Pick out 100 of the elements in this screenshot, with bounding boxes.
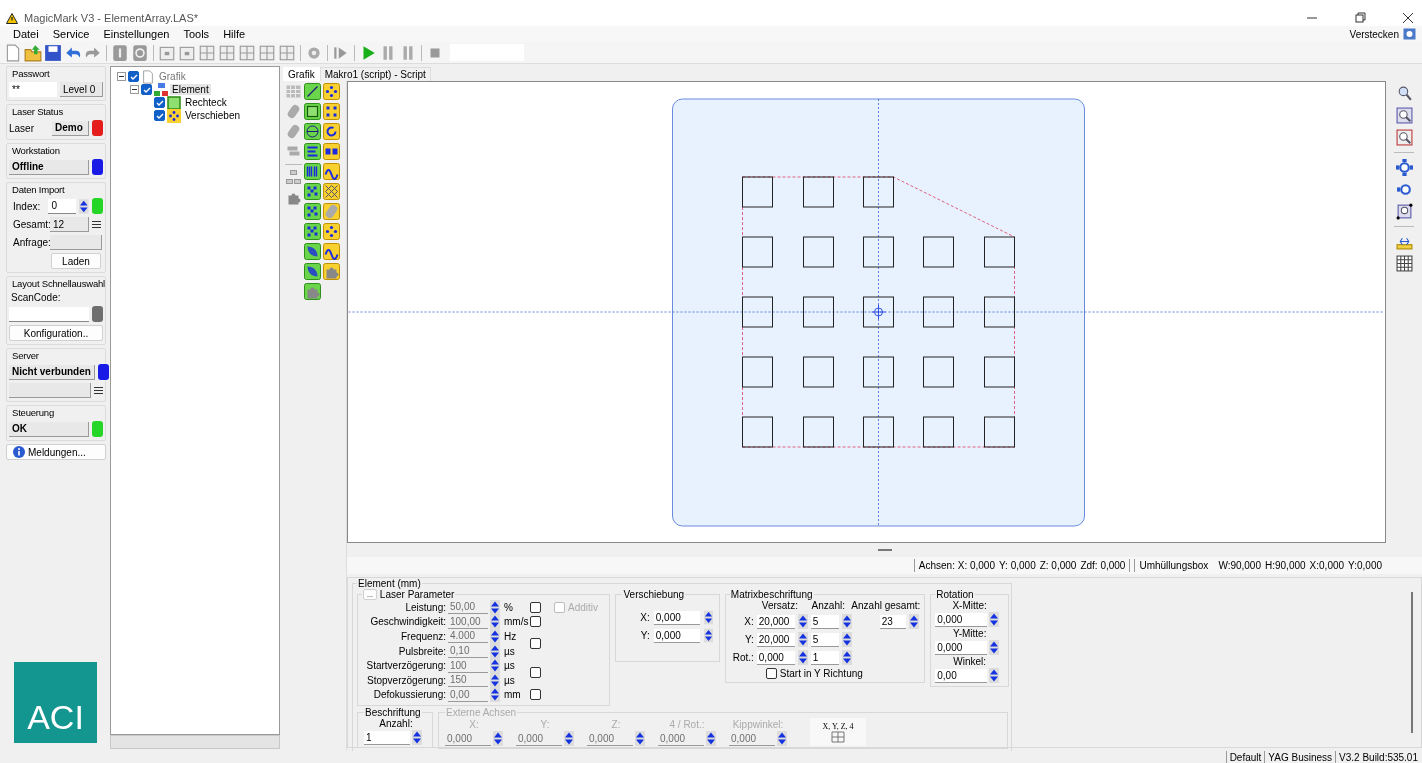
number-field[interactable]: 0,000: [756, 650, 795, 665]
checkbox[interactable]: [765, 668, 777, 679]
checkbox[interactable]: [154, 110, 165, 121]
open-folder-icon[interactable]: [24, 43, 42, 62]
save-icon[interactable]: [44, 43, 62, 62]
spin-buttons[interactable]: [490, 658, 500, 674]
field-label: X:: [743, 616, 754, 627]
spin-buttons[interactable]: [841, 632, 852, 647]
spin-buttons[interactable]: [635, 731, 645, 747]
number-field[interactable]: 1: [810, 650, 839, 665]
spin-buttons[interactable]: [797, 614, 808, 629]
spin-buttons[interactable]: [797, 650, 808, 665]
menu-item[interactable]: Service: [45, 28, 97, 40]
number-field[interactable]: 23: [879, 614, 906, 629]
matrix-code-icon[interactable]: [304, 183, 321, 200]
grid-icon[interactable]: [1395, 255, 1413, 272]
configuration-button[interactable]: Konfiguration..: [9, 325, 103, 341]
number-field[interactable]: 0,000: [935, 640, 988, 655]
restore-button[interactable]: [1354, 12, 1366, 24]
scale-icon[interactable]: [323, 103, 340, 120]
spin-buttons[interactable]: [490, 672, 500, 688]
barcode-icon[interactable]: [304, 163, 321, 180]
logo-text: ACI: [27, 698, 84, 737]
hatch-icon[interactable]: [323, 183, 340, 200]
text-tool-icon[interactable]: [304, 143, 321, 160]
tree-item[interactable]: Element: [170, 84, 211, 95]
ring-icon[interactable]: [131, 43, 149, 62]
number-field[interactable]: 0: [48, 198, 77, 214]
menu-item[interactable]: Einstellungen: [96, 28, 177, 40]
leaf-icon[interactable]: [304, 263, 321, 280]
tree-item[interactable]: Grafik: [157, 71, 188, 82]
spin-buttons[interactable]: [706, 731, 716, 747]
spin-buttons[interactable]: [703, 610, 713, 625]
rectangle-shape: [863, 416, 894, 448]
rectangle-tool-icon[interactable]: [304, 103, 321, 120]
menu-item[interactable]: Hilfe: [216, 28, 253, 40]
load-button[interactable]: Laden: [51, 253, 101, 269]
tree-item[interactable]: Rechteck: [183, 97, 229, 108]
number-field[interactable]: 1: [364, 730, 410, 745]
mirror-icon[interactable]: [323, 143, 340, 160]
number-field[interactable]: 0,000: [653, 628, 700, 643]
spin-buttons[interactable]: [490, 599, 500, 615]
number-field[interactable]: 20,000: [756, 632, 795, 647]
messages-button[interactable]: Meldungen...: [6, 444, 106, 460]
status-text: V3.2 Build:535.01: [1339, 751, 1418, 763]
password-field[interactable]: **: [9, 82, 57, 97]
spin-buttons[interactable]: [989, 668, 1000, 683]
splitter-handle[interactable]: [877, 549, 892, 551]
menu-item[interactable]: Datei: [6, 28, 46, 40]
checkbox[interactable]: [154, 97, 165, 108]
spin-buttons[interactable]: [493, 731, 503, 747]
scan-code-field[interactable]: [9, 306, 89, 322]
move-icon[interactable]: [323, 83, 340, 100]
number-field[interactable]: 0,000: [935, 612, 988, 627]
checkbox[interactable]: [128, 71, 139, 82]
spin-buttons[interactable]: [797, 632, 808, 647]
spin-buttons[interactable]: [841, 614, 852, 629]
checkbox[interactable]: [141, 84, 152, 95]
spin-buttons[interactable]: [564, 731, 574, 747]
close-button[interactable]: [1402, 12, 1414, 24]
hide-link[interactable]: Verstecken: [1349, 28, 1399, 40]
spin-buttons[interactable]: [989, 640, 1000, 655]
spin-buttons[interactable]: [490, 643, 500, 659]
tab[interactable]: Grafik: [283, 67, 320, 81]
spin-buttons[interactable]: [841, 650, 852, 665]
spin-buttons[interactable]: [79, 198, 89, 214]
group-title: Laser Parameter: [379, 589, 455, 600]
line-tool-icon[interactable]: [304, 83, 321, 100]
spin-buttons[interactable]: [777, 731, 787, 747]
rectangle-shape: [863, 236, 894, 268]
column-header: Anzahl gesamt:: [851, 600, 921, 611]
collapse-icon[interactable]: [130, 85, 139, 94]
number-field[interactable]: 0,000: [653, 610, 700, 625]
spin-buttons[interactable]: [490, 687, 500, 703]
list-icon[interactable]: [94, 387, 103, 394]
rectangle-shape: [923, 236, 954, 268]
status-value: Demo: [52, 120, 89, 136]
number-field[interactable]: 5: [810, 614, 839, 629]
bar-icon[interactable]: [111, 43, 129, 62]
spin-buttons[interactable]: [989, 612, 1000, 627]
spin-buttons[interactable]: [412, 730, 422, 746]
spin-buttons[interactable]: [908, 614, 919, 629]
spin-buttons[interactable]: [490, 614, 500, 630]
new-file-icon[interactable]: [4, 43, 22, 62]
leaf-icon[interactable]: [304, 243, 321, 260]
rotate-icon[interactable]: [323, 123, 340, 140]
number-field[interactable]: 5: [810, 632, 839, 647]
number-field[interactable]: 0,00: [935, 668, 988, 683]
tree-item[interactable]: Verschieben: [183, 110, 243, 121]
dots-icon[interactable]: [323, 223, 340, 240]
tab[interactable]: Makro1 (script) - Script: [319, 67, 431, 81]
number-field[interactable]: 20,000: [756, 614, 795, 629]
matrix-code-icon[interactable]: [304, 223, 321, 240]
unit-label: µs: [504, 660, 516, 672]
ellipse-tool-icon[interactable]: [304, 123, 321, 140]
spin-buttons[interactable]: [703, 628, 713, 643]
list-icon[interactable]: [92, 221, 101, 228]
matrix-code-icon[interactable]: [304, 203, 321, 220]
collapse-icon[interactable]: [117, 72, 126, 81]
menu-item[interactable]: Tools: [176, 28, 217, 40]
